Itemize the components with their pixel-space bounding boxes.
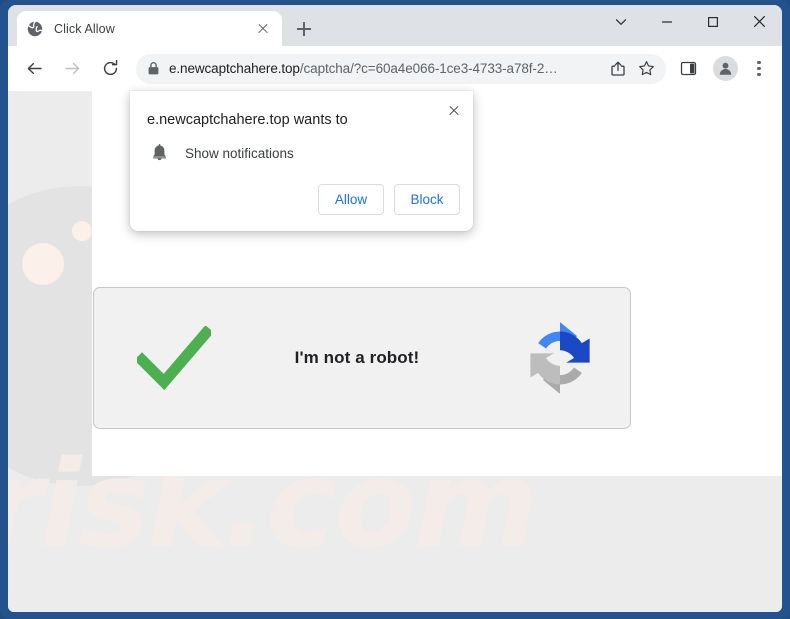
tab-close-icon[interactable] <box>254 20 272 38</box>
tab-title: Click Allow <box>54 21 115 36</box>
menu-dot <box>757 73 761 77</box>
bookmark-star-icon[interactable] <box>632 55 660 83</box>
url-text: e.newcaptchahere.top/captcha/?c=60a4e066… <box>169 61 604 76</box>
minimize-icon <box>661 20 673 23</box>
menu-dot <box>757 60 761 64</box>
maximize-button[interactable] <box>690 5 736 38</box>
person-icon <box>719 62 731 75</box>
reload-icon <box>103 59 117 76</box>
bell-icon <box>147 141 171 165</box>
address-bar[interactable]: e.newcaptchahere.top/captcha/?c=60a4e066… <box>136 53 666 84</box>
notification-permission-dialog: e.newcaptchahere.top wants to Show notif… <box>130 91 473 231</box>
dialog-title: e.newcaptchahere.top wants to <box>147 112 348 128</box>
avatar <box>712 56 738 81</box>
captcha-label: I'm not a robot! <box>294 348 420 367</box>
captcha-box[interactable]: I'm not a robot! <box>93 287 631 429</box>
allow-button[interactable]: Allow <box>318 184 384 215</box>
block-button[interactable]: Block <box>394 184 460 215</box>
side-panel-button[interactable] <box>673 54 703 84</box>
menu-dot <box>757 66 761 71</box>
side-panel-icon <box>680 61 696 76</box>
permission-label: Show notifications <box>185 145 294 161</box>
reload-button[interactable] <box>95 54 125 84</box>
new-tab-button[interactable] <box>291 16 317 42</box>
dialog-actions: Allow Block <box>318 184 460 215</box>
recaptcha-refresh-icon <box>490 319 630 397</box>
url-host: e.newcaptchahere.top <box>169 61 300 76</box>
arrow-left-icon <box>27 62 42 75</box>
tab-search-button[interactable] <box>598 5 644 38</box>
maximize-icon <box>708 16 719 27</box>
chrome-menu-button[interactable] <box>744 54 774 84</box>
browser-tab[interactable]: Click Allow <box>17 11 282 46</box>
globe-icon <box>27 20 43 37</box>
share-icon[interactable] <box>604 55 632 83</box>
permission-row: Show notifications <box>147 141 294 165</box>
close-button[interactable] <box>736 5 782 38</box>
decorative-blob <box>22 243 64 285</box>
url-path: /captcha/?c=60a4e066-1ce3-4733-a78f-2… <box>299 61 558 76</box>
profile-button[interactable] <box>710 54 740 84</box>
decorative-blob <box>72 221 92 241</box>
dialog-close-icon[interactable] <box>443 99 465 121</box>
back-button[interactable] <box>19 54 49 84</box>
browser-window: Click Allow e.newcaptchahere.top/captcha… <box>0 0 790 619</box>
forward-button[interactable] <box>57 54 87 84</box>
close-icon <box>753 16 765 27</box>
tab-strip: Click Allow <box>8 5 782 46</box>
chevron-down-icon <box>615 18 627 25</box>
lock-icon[interactable] <box>140 56 166 82</box>
arrow-right-icon <box>64 62 79 75</box>
minimize-button[interactable] <box>644 5 690 38</box>
browser-window-inner: Click Allow e.newcaptchahere.top/captcha… <box>8 5 782 612</box>
window-controls <box>598 5 782 46</box>
browser-toolbar: e.newcaptchahere.top/captcha/?c=60a4e066… <box>8 46 782 91</box>
